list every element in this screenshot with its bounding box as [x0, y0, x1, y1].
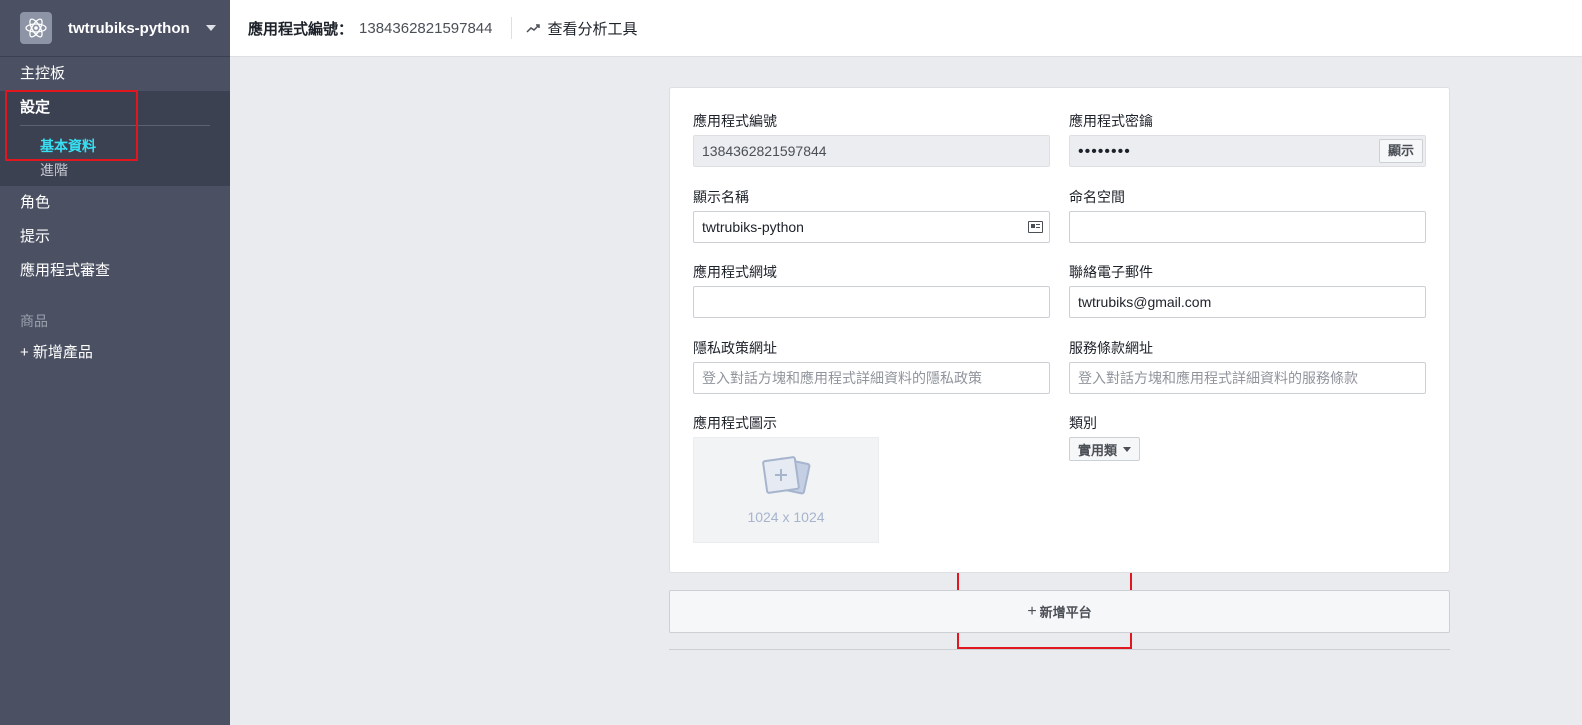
analytics-link-label: 查看分析工具 [547, 20, 638, 38]
app-domains-input[interactable] [693, 286, 1050, 318]
sidebar-item-roles[interactable]: 角色 [0, 186, 230, 220]
app-icon-field-label: 應用程式圖示 [693, 415, 777, 431]
divider [669, 649, 1450, 650]
display-name-field: 顯示名稱 twtrubiks-python [693, 187, 1050, 243]
basic-settings-card: 應用程式編號 1384362821597844 應用程式密鑰 •••••••• … [669, 87, 1450, 573]
category-dropdown[interactable]: 實用類 [1069, 437, 1141, 461]
app-switcher[interactable]: twtrubiks-python [0, 0, 230, 57]
contact-email-input[interactable]: twtrubiks@gmail.com [1069, 286, 1426, 318]
contact-email-field: 聯絡電子郵件 twtrubiks@gmail.com [1069, 262, 1426, 318]
namespace-input[interactable] [1069, 211, 1426, 243]
products-section-title: 商品 [20, 313, 48, 329]
tos-url-field: 服務條款網址 登入對話方塊和應用程式詳細資料的服務條款 [1069, 338, 1426, 394]
add-platform-label: 新增平台 [1039, 605, 1092, 620]
app-id-field: 應用程式編號 1384362821597844 [693, 111, 1050, 167]
namespace-field: 命名空間 [1069, 187, 1426, 243]
sidebar-item-app-review[interactable]: 應用程式審查 [0, 254, 230, 288]
privacy-url-field-label: 隱私政策網址 [693, 340, 777, 356]
app-icon-upload[interactable]: 1024 x 1024 [693, 437, 879, 543]
app-id-field-label: 應用程式編號 [693, 113, 777, 129]
trending-up-icon [525, 24, 540, 33]
app-secret-value: •••••••• [1078, 143, 1131, 160]
app-secret-field-label: 應用程式密鑰 [1069, 113, 1153, 129]
category-field: 類別 實用類 [1069, 413, 1426, 461]
app-domains-field: 應用程式網域 [693, 262, 1050, 318]
icon-size-label: 1024 x 1024 [747, 509, 825, 525]
divider [510, 17, 512, 39]
app-secret-input: •••••••• 顯示 [1069, 135, 1426, 167]
sidebar: twtrubiks-python 主控板 設定 基本資料 進階 角色 提示 應用… [0, 0, 230, 725]
privacy-url-input[interactable]: 登入對話方塊和應用程式詳細資料的隱私政策 [693, 362, 1050, 394]
chevron-down-icon[interactable] [205, 25, 216, 31]
app-id-value: 1384362821597844 [359, 19, 493, 37]
tos-url-field-label: 服務條款網址 [1069, 340, 1153, 356]
sidebar-item-dashboard[interactable]: 主控板 [0, 57, 230, 91]
app-id-label: 應用程式編號： [248, 20, 354, 38]
add-product-link[interactable]: + 新增產品 [0, 336, 230, 370]
show-secret-button[interactable]: 顯示 [1378, 139, 1423, 163]
sidebar-item-settings[interactable]: 設定 [0, 91, 230, 125]
app-id-input: 1384362821597844 [693, 135, 1050, 167]
category-field-label: 類別 [1069, 415, 1097, 431]
display-name-field-label: 顯示名稱 [693, 189, 749, 205]
sidebar-item-alerts[interactable]: 提示 [0, 220, 230, 254]
app-name: twtrubiks-python [68, 19, 190, 37]
add-photo-icon [762, 456, 811, 495]
namespace-field-label: 命名空間 [1069, 189, 1125, 205]
app-secret-field: 應用程式密鑰 •••••••• 顯示 [1069, 111, 1426, 167]
top-bar: 應用程式編號： 1384362821597844 查看分析工具 [230, 0, 1582, 57]
display-name-value: twtrubiks-python [702, 219, 804, 235]
app-domains-field-label: 應用程式網域 [693, 264, 777, 280]
sidebar-group-settings: 設定 基本資料 進階 [0, 91, 230, 186]
display-name-input[interactable]: twtrubiks-python [693, 211, 1050, 243]
category-value: 實用類 [1078, 442, 1118, 458]
chevron-down-icon [1123, 446, 1132, 452]
tos-url-input[interactable]: 登入對話方塊和應用程式詳細資料的服務條款 [1069, 362, 1426, 394]
plus-icon: + [1027, 602, 1037, 620]
app-icon-field: 應用程式圖示 1024 x 1024 [693, 413, 1050, 543]
divider [20, 125, 210, 126]
atom-icon [20, 12, 52, 44]
contact-email-field-label: 聯絡電子郵件 [1069, 264, 1153, 280]
analytics-link[interactable]: 查看分析工具 [525, 18, 638, 39]
contact-card-icon [1028, 221, 1043, 233]
add-platform-button[interactable]: + 新增平台 [669, 590, 1450, 633]
sidebar-item-advanced[interactable]: 進階 [0, 158, 230, 182]
privacy-url-field: 隱私政策網址 登入對話方塊和應用程式詳細資料的隱私政策 [693, 338, 1050, 394]
sidebar-item-basic[interactable]: 基本資料 [0, 134, 230, 158]
